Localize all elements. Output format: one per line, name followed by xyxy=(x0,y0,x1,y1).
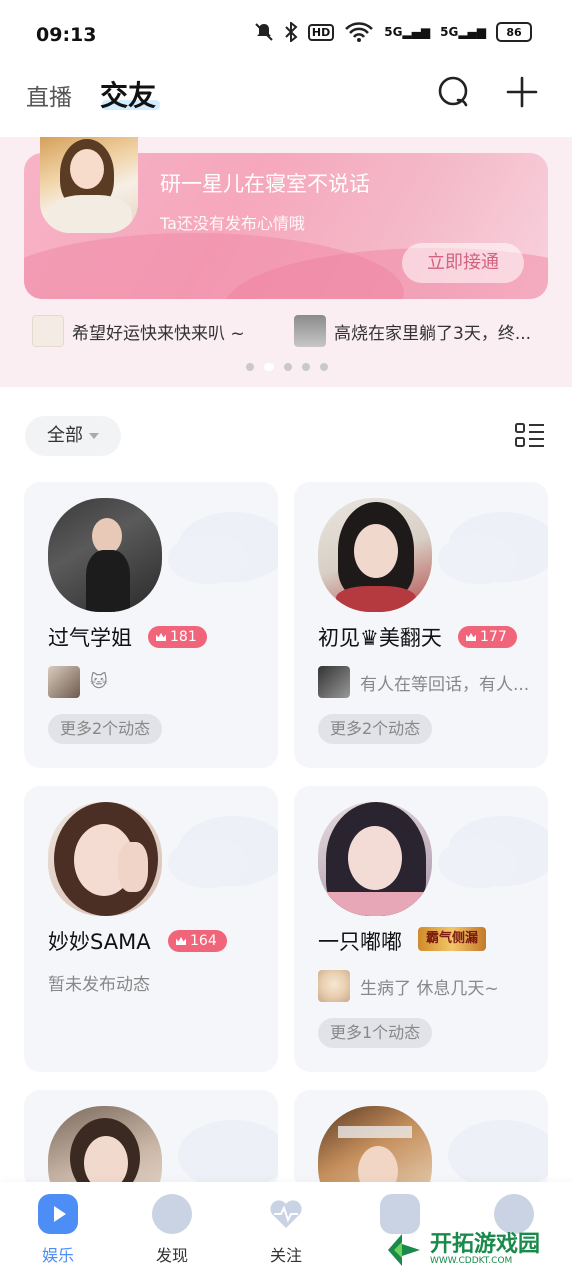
level-badge: 177 xyxy=(458,626,517,648)
wifi-icon xyxy=(345,22,374,42)
user-name: 过气学姐 xyxy=(48,626,132,650)
status-text: 生病了 休息几天~ xyxy=(360,978,499,999)
ticker-text: 希望好运快来快来叭 ~ xyxy=(72,323,245,344)
connect-button[interactable]: 立即接通 xyxy=(402,243,524,283)
carousel-dot[interactable] xyxy=(246,363,254,371)
user-card[interactable]: 初见♛美翻天 177 有人在等回话，有人... 更多2个动态 xyxy=(294,482,548,768)
level-badge: 164 xyxy=(168,930,227,952)
user-name: 一只嘟嘟 xyxy=(318,930,402,954)
ticker-item[interactable]: 希望好运快来快来叭 ~ xyxy=(32,313,262,349)
watermark-text: 开拓游戏园 xyxy=(430,1232,541,1257)
nav-discover[interactable]: 发现 xyxy=(132,1194,212,1266)
top-nav: 直播 交友 xyxy=(0,64,572,132)
avatar[interactable] xyxy=(318,802,432,916)
avatar[interactable] xyxy=(318,498,432,612)
watermark-logo-icon xyxy=(388,1234,420,1266)
hd-icon: HD xyxy=(307,23,335,41)
avatar[interactable] xyxy=(48,802,162,916)
more-posts-button[interactable]: 更多2个动态 xyxy=(48,714,163,744)
nav-label: 关注 xyxy=(269,1246,302,1265)
status-text: 🐱 xyxy=(90,672,108,692)
user-card[interactable] xyxy=(294,1090,548,1190)
status-thumb[interactable] xyxy=(318,970,350,1002)
signal-2-icon: 5G▂▄▆ xyxy=(440,25,486,39)
filter-label: 全部 xyxy=(47,425,83,446)
status-row: 生病了 休息几天~ xyxy=(318,970,499,1002)
avatar[interactable] xyxy=(48,1106,162,1190)
crown-icon xyxy=(176,937,186,945)
heart-pulse-icon xyxy=(266,1194,306,1234)
battery-icon: 86 xyxy=(496,22,532,42)
more-posts-button[interactable]: 更多2个动态 xyxy=(318,714,433,744)
ticker-thumb xyxy=(32,315,64,347)
banner-title: 研一星儿在寝室不说话 xyxy=(160,172,370,196)
watermark: 开拓游戏园 WWW.CDDKT.COM xyxy=(384,1222,572,1278)
nav-follow[interactable]: 关注 xyxy=(246,1194,326,1266)
user-name: 妙妙SAMA xyxy=(48,930,151,954)
bluetooth-icon xyxy=(285,22,298,42)
user-name: 初见♛美翻天 xyxy=(318,626,442,650)
signal-1-icon: 5G▂▄▆ xyxy=(384,25,431,39)
status-row: 暂未发布动态 xyxy=(48,970,150,995)
title-badge: 霸气侧漏 xyxy=(418,927,487,951)
nav-label: 发现 xyxy=(155,1246,188,1265)
ticker-item[interactable]: 高烧在家里躺了3天，终... xyxy=(294,313,542,349)
caret-down-icon xyxy=(89,433,99,439)
mute-bell-icon xyxy=(255,23,273,41)
avatar[interactable] xyxy=(48,498,162,612)
status-text: 暂未发布动态 xyxy=(48,975,150,995)
nav-label: 娱乐 xyxy=(41,1246,74,1265)
user-card[interactable]: 妙妙SAMA 164 暂未发布动态 xyxy=(24,786,278,1072)
carousel-dot-active[interactable] xyxy=(264,363,274,371)
watermark-sub: WWW.CDDKT.COM xyxy=(430,1256,513,1266)
planet-icon xyxy=(152,1194,192,1234)
status-time: 09:13 xyxy=(36,24,97,46)
carousel-dot[interactable] xyxy=(284,363,292,371)
tab-live[interactable]: 直播 xyxy=(26,78,72,112)
banner-avatar[interactable] xyxy=(40,137,138,233)
status-bar: 09:13 HD 5G▂▄▆ 5G▂▄▆ 86 xyxy=(0,0,572,64)
status-row: 有人在等回话，有人... xyxy=(318,666,529,698)
status-thumb[interactable] xyxy=(48,666,80,698)
status-thumb[interactable] xyxy=(318,666,350,698)
avatar[interactable] xyxy=(318,1106,432,1190)
status-text: 有人在等回话，有人... xyxy=(360,674,530,695)
plus-icon[interactable] xyxy=(504,74,540,110)
crown-icon xyxy=(156,633,166,641)
status-row: 🐱 xyxy=(48,666,108,698)
user-card[interactable]: 过气学姐 181 🐱 更多2个动态 xyxy=(24,482,278,768)
ticker-thumb xyxy=(294,315,326,347)
list-grid-icon[interactable] xyxy=(514,422,546,450)
crown-icon xyxy=(466,633,476,641)
carousel-dot[interactable] xyxy=(320,363,328,371)
nav-entertainment[interactable]: 娱乐 xyxy=(18,1194,98,1266)
carousel-dots xyxy=(246,363,328,371)
banner-subtitle: Ta还没有发布心情哦 xyxy=(160,214,305,233)
tv-play-icon xyxy=(38,1194,78,1234)
more-posts-button[interactable]: 更多1个动态 xyxy=(318,1018,433,1048)
carousel-dot[interactable] xyxy=(302,363,310,371)
status-icons: HD 5G▂▄▆ 5G▂▄▆ 86 xyxy=(254,22,532,42)
search-icon[interactable] xyxy=(436,74,472,110)
ticker-text: 高烧在家里躺了3天，终... xyxy=(334,323,532,344)
level-badge: 181 xyxy=(148,626,207,648)
user-card[interactable]: 一只嘟嘟 霸气侧漏 生病了 休息几天~ 更多1个动态 xyxy=(294,786,548,1072)
tab-friends[interactable]: 交友 xyxy=(100,74,161,114)
filter-dropdown[interactable]: 全部 xyxy=(25,416,121,456)
user-card[interactable] xyxy=(24,1090,278,1190)
